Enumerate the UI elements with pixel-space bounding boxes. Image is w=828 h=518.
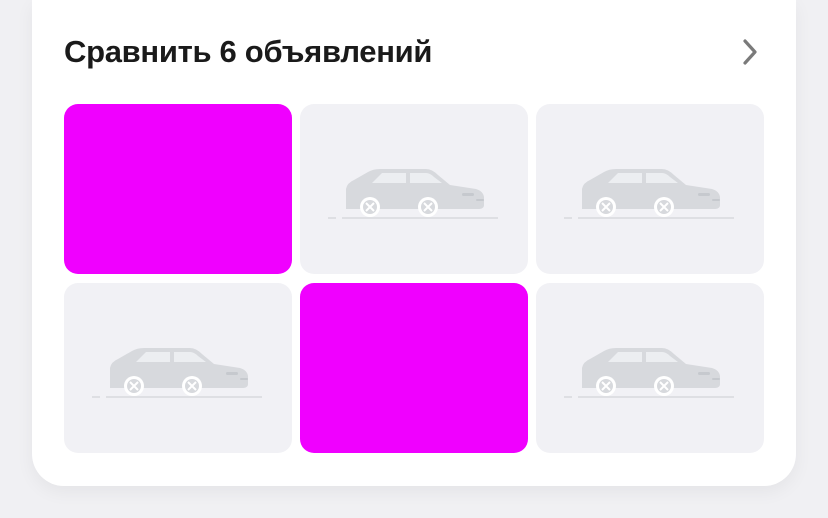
car-placeholder-icon: [564, 169, 734, 219]
listing-placeholder-tile[interactable]: [536, 104, 764, 274]
listing-image-tile[interactable]: [64, 104, 292, 274]
car-placeholder-icon: [328, 169, 498, 219]
listing-image-tile[interactable]: [300, 283, 528, 453]
compare-card: Сравнить 6 объявлений: [32, 0, 796, 486]
listing-grid: [64, 104, 764, 453]
compare-title: Сравнить 6 объявлений: [64, 34, 433, 69]
listing-placeholder-tile[interactable]: [536, 283, 764, 453]
listing-placeholder-tile[interactable]: [64, 283, 292, 453]
car-placeholder-icon: [92, 348, 262, 398]
listing-placeholder-tile[interactable]: [300, 104, 528, 274]
chevron-right-icon[interactable]: [736, 38, 764, 66]
compare-header-link[interactable]: Сравнить 6 объявлений: [64, 28, 764, 76]
car-placeholder-icon: [564, 348, 734, 398]
